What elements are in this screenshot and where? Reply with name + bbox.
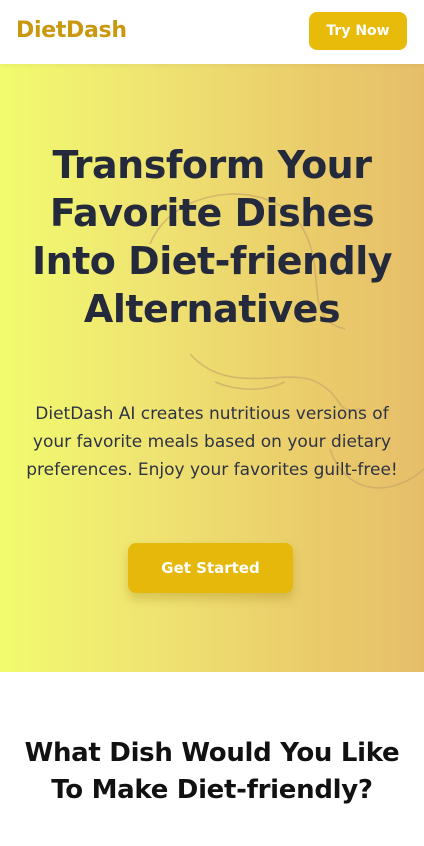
try-now-button[interactable]: Try Now <box>309 12 407 50</box>
top-nav-bar: DietDash Try Now <box>0 0 424 64</box>
hero-description: DietDash AI creates nutritious versions … <box>26 404 398 480</box>
hero-section: Transform Your Favorite Dishes Into Diet… <box>0 64 424 672</box>
brand-logo-text[interactable]: DietDash <box>16 16 127 46</box>
get-started-button[interactable]: Get Started <box>128 543 293 593</box>
dish-question-heading: What Dish Would You Like To Make Diet-fr… <box>24 738 400 805</box>
hero-headline: Transform Your Favorite Dishes Into Diet… <box>31 143 393 331</box>
